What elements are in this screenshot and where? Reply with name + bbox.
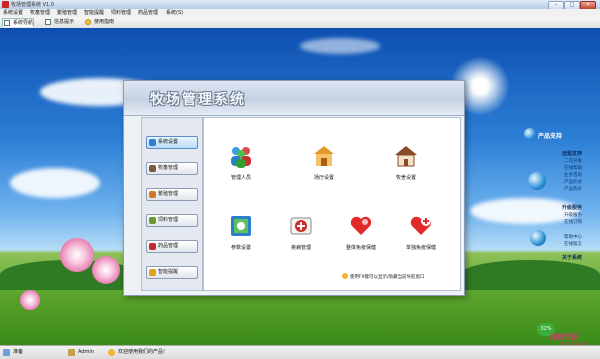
barn-icon bbox=[314, 146, 334, 166]
tile-overall-immunity[interactable]: 整体免疫保健 bbox=[336, 214, 386, 264]
reminder-icon bbox=[149, 269, 156, 276]
navigation-icon bbox=[4, 20, 10, 26]
cloud-image bbox=[300, 38, 380, 54]
tile-disease[interactable]: 疾病管理 bbox=[276, 214, 326, 264]
globe-icon bbox=[524, 128, 536, 140]
tile-barn-settings[interactable]: 场厅设置 bbox=[299, 144, 349, 194]
link-online-help[interactable]: 在线帮助 bbox=[564, 165, 582, 171]
menu-breeding[interactable]: 繁殖管理 bbox=[57, 9, 77, 17]
cloud-image bbox=[10, 168, 100, 198]
immunity-heart-icon bbox=[350, 216, 372, 235]
section-heading: 远程支持 bbox=[562, 151, 583, 157]
section-heading: 关于系统 bbox=[562, 255, 583, 261]
livestock-icon bbox=[149, 165, 156, 172]
tile-shed-settings[interactable]: 牧舍设置 bbox=[381, 144, 431, 194]
status-bar: 准备 Admin 欢迎使用我们的产品! bbox=[0, 345, 600, 359]
users-icon bbox=[231, 147, 251, 168]
flower-image bbox=[60, 238, 94, 272]
dialog-title: 牧场管理系统 bbox=[150, 92, 246, 108]
nav-medicine[interactable]: 药品管理 bbox=[146, 240, 198, 253]
link-help-center[interactable]: 帮助中心 bbox=[564, 234, 582, 240]
disease-icon bbox=[290, 217, 312, 235]
globe-icon bbox=[530, 230, 546, 246]
tile-admins[interactable]: 管理人员 bbox=[216, 144, 266, 194]
status-state: 准备 bbox=[13, 349, 24, 355]
feed-icon bbox=[149, 217, 156, 224]
dialog-header: 牧场管理系统 bbox=[124, 81, 464, 116]
tile-single-immunity[interactable]: 单独免疫保健 bbox=[396, 214, 446, 264]
breeding-icon bbox=[149, 191, 156, 198]
menu-system[interactable]: 系统(S) bbox=[166, 9, 183, 17]
user-icon bbox=[68, 349, 75, 356]
nav-reminder[interactable]: 智能提醒 bbox=[146, 266, 198, 279]
link-message[interactable]: 在线留言 bbox=[564, 241, 582, 247]
link-consulting[interactable]: 业务咨询 bbox=[564, 172, 582, 178]
dialog-nav: 系统设置 牧畜管理 繁殖管理 饲料管理 药品管理 智能提醒 bbox=[141, 117, 203, 291]
app-icon bbox=[2, 1, 9, 8]
settings-icon bbox=[149, 139, 156, 146]
panel-title: 产品支持 bbox=[538, 133, 563, 140]
section-heading: 升级服务 bbox=[562, 205, 583, 211]
medicine-icon bbox=[149, 243, 156, 250]
dialog-content: 管理人员 场厅设置 牧舍设置 参数设置 疾病管理 整体免疫保健 单独免疫保健 使… bbox=[203, 117, 461, 291]
menu-reminder[interactable]: 智能提醒 bbox=[84, 9, 104, 17]
menu-system-settings[interactable]: 系统设置 bbox=[3, 9, 23, 17]
menu-livestock[interactable]: 牧畜管理 bbox=[30, 9, 50, 17]
status-user: Admin bbox=[78, 349, 94, 355]
link-secondary-dev[interactable]: 二次开发 bbox=[564, 158, 582, 164]
main-dialog: 牧场管理系统 系统设置 牧畜管理 繁殖管理 饲料管理 药品管理 智能提醒 管理人… bbox=[123, 80, 465, 296]
nav-system-settings[interactable]: 系统设置 bbox=[146, 136, 198, 149]
nav-breeding[interactable]: 繁殖管理 bbox=[146, 188, 198, 201]
link-order[interactable]: 在线订购 bbox=[564, 219, 582, 225]
status-icon bbox=[3, 349, 10, 356]
lightbulb-icon bbox=[342, 273, 348, 279]
link-upgrade[interactable]: 升级服务 bbox=[564, 212, 582, 218]
status-message: 欢迎使用我们的产品! bbox=[118, 349, 166, 355]
link-purchase[interactable]: 产品购买 bbox=[564, 186, 582, 192]
nav-livestock[interactable]: 牧畜管理 bbox=[146, 162, 198, 175]
window-title: 牧场管理系统 V1.0 bbox=[11, 2, 54, 8]
nav-hint: 使用F9键可以显示/隐藏当前导航窗口 bbox=[350, 275, 425, 280]
product-support-panel: 产品支持 远程支持 二次开发 在线帮助 业务咨询 产品形式 产品购买 升级服务 … bbox=[522, 128, 598, 340]
menu-medicine[interactable]: 药品管理 bbox=[138, 9, 158, 17]
tile-parameters[interactable]: 参数设置 bbox=[216, 214, 266, 264]
flower-image bbox=[20, 290, 40, 310]
message-icon bbox=[108, 349, 115, 356]
info-icon bbox=[45, 19, 51, 25]
tab-guide[interactable]: 使用指南 bbox=[84, 18, 114, 26]
single-heart-icon bbox=[410, 216, 432, 235]
tab-info[interactable]: 信息提示 bbox=[44, 18, 74, 26]
link-product-form[interactable]: 产品形式 bbox=[564, 179, 582, 185]
flower-image bbox=[92, 256, 120, 284]
help-icon bbox=[85, 19, 91, 25]
tab-navigation[interactable]: 系统导航 bbox=[2, 18, 35, 27]
house-icon bbox=[395, 146, 417, 167]
globe-icon bbox=[528, 172, 546, 190]
nav-feed[interactable]: 饲料管理 bbox=[146, 214, 198, 227]
parameters-icon bbox=[231, 216, 251, 236]
menu-feed[interactable]: 饲料管理 bbox=[111, 9, 131, 17]
